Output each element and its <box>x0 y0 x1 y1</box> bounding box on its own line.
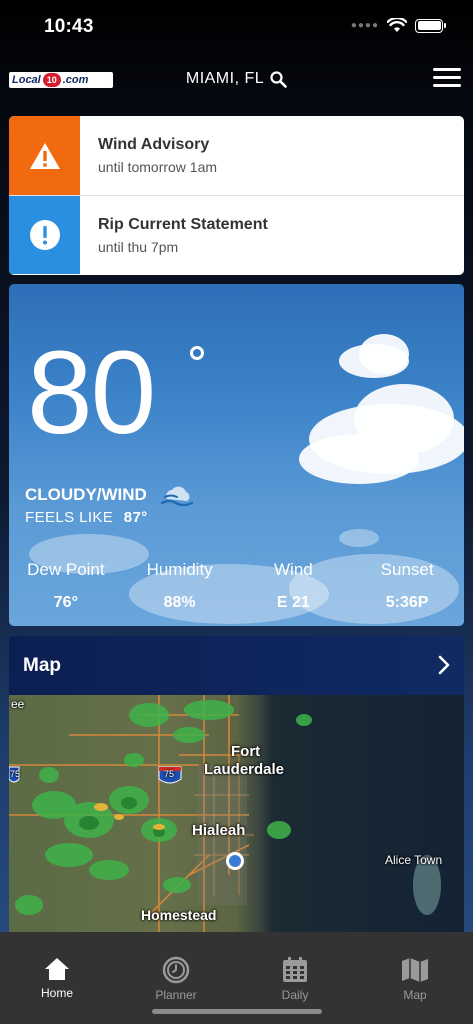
tab-label: Planner <box>155 988 197 1002</box>
interstate-75-label-left: 75 <box>10 769 21 779</box>
map-label-hialeah: Hialeah <box>192 822 246 839</box>
weather-stats: Dew Point 76° Humidity 88% Wind E 21 Sun… <box>9 560 464 612</box>
location-selector[interactable]: MIAMI, FL <box>0 70 473 88</box>
feels-like-label: FEELS LIKE <box>25 509 114 526</box>
stat-humidity: Humidity 88% <box>146 560 213 611</box>
tab-planner[interactable]: Planner <box>136 956 216 1002</box>
map-label-fort: Fort <box>231 743 261 760</box>
interstate-75-label: 75 <box>164 769 175 779</box>
map-label-partial: ee <box>11 697 25 711</box>
radar-overlay <box>9 695 441 935</box>
map-header[interactable]: Map <box>9 636 464 695</box>
radar-map[interactable]: ee 75 75 Fort Lauderdale Hialeah Homeste… <box>9 695 464 936</box>
status-icons: ●●●● <box>350 18 446 33</box>
map-label-homestead: Homestead <box>141 907 217 923</box>
tab-label: Daily <box>281 988 309 1002</box>
clock-icon <box>162 956 190 984</box>
current-temperature: 80 <box>27 327 156 459</box>
app-header: Local 10 .com MIAMI, FL <box>0 54 473 106</box>
status-bar: 10:43 ●●●● <box>0 0 473 54</box>
wifi-icon <box>387 18 407 32</box>
signal-dots-icon: ●●●● <box>350 20 379 31</box>
tab-daily[interactable]: Daily <box>255 956 335 1002</box>
condition-row: CLOUDY/WIND <box>25 483 195 507</box>
degree-symbol <box>190 346 204 360</box>
tab-map[interactable]: Map <box>375 956 455 1002</box>
alert-wind-advisory[interactable]: Wind Advisory until tomorrow 1am <box>9 116 464 195</box>
search-icon <box>270 70 287 88</box>
alert-title: Wind Advisory <box>98 136 210 153</box>
map-title: Map <box>23 654 61 676</box>
calendar-icon <box>283 957 307 982</box>
feels-like: FEELS LIKE 87° <box>25 509 148 526</box>
location-label: MIAMI, FL <box>185 70 265 87</box>
stat-dew-point: Dew Point 76° <box>27 560 105 611</box>
alerts-panel: Wind Advisory until tomorrow 1am Rip Cur… <box>9 116 464 275</box>
tab-label: Map <box>403 988 427 1002</box>
battery-icon <box>415 18 446 33</box>
alert-icon-box <box>9 116 80 195</box>
map-icon <box>402 958 428 982</box>
info-exclamation-icon <box>29 220 60 250</box>
home-icon <box>45 958 69 980</box>
feels-like-value: 87° <box>123 509 148 526</box>
home-indicator <box>152 1009 322 1014</box>
map-card[interactable]: Map ee 75 75 Fort Lauderdale Hialeah Hom… <box>9 636 464 936</box>
alert-subtitle: until tomorrow 1am <box>98 159 218 175</box>
tab-home[interactable]: Home <box>17 956 97 1000</box>
tab-label: Home <box>40 986 73 1000</box>
chevron-right-icon <box>438 655 450 675</box>
stat-wind: Wind E 21 <box>274 560 313 611</box>
status-time: 10:43 <box>44 16 94 37</box>
alert-title: Rip Current Statement <box>98 216 268 233</box>
cloudy-wind-icon <box>160 486 193 507</box>
alert-subtitle: until thu 7pm <box>98 239 179 255</box>
alert-icon-box <box>9 196 80 274</box>
hamburger-menu-icon[interactable] <box>433 68 461 90</box>
warning-triangle-icon <box>29 142 60 169</box>
map-label-alice-town: Alice Town <box>385 853 443 867</box>
condition-label: CLOUDY/WIND <box>25 485 147 504</box>
map-label-lauderdale: Lauderdale <box>204 761 285 778</box>
stat-sunset: Sunset 5:36P <box>380 560 434 611</box>
alert-rip-current[interactable]: Rip Current Statement until thu 7pm <box>9 195 464 274</box>
current-conditions-card[interactable]: 80 CLOUDY/WIND FEELS LIKE 87° Dew Point … <box>9 284 464 626</box>
